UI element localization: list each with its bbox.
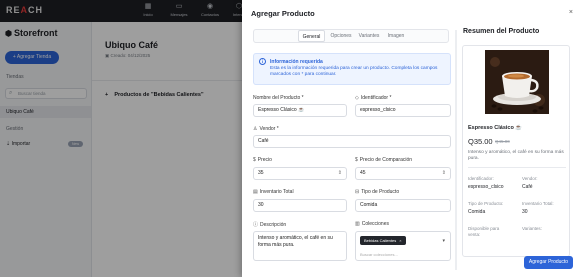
alert-text: Esta es la información requerida para cr… — [270, 66, 438, 77]
dollar-icon: $ — [253, 157, 256, 163]
inventory-label: ▤ Inventario Total — [253, 189, 294, 195]
summary-card: Espresso Clásico ☕ Q35.00 Q45.00 Intenso… — [462, 45, 570, 257]
collections-label: ▥ Colecciones — [355, 221, 389, 227]
description-label: ⓘ Descripción — [253, 222, 287, 228]
product-name-input[interactable]: Espresso Clásico ☕ — [253, 104, 347, 117]
summary-variants-label: Variantes: — [522, 226, 542, 231]
chevron-down-icon[interactable]: ▾ — [442, 238, 445, 244]
summary-identifier-label: Identificador: — [468, 176, 494, 181]
summary-compare-price: Q45.00 — [495, 139, 510, 144]
espresso-cup-image — [485, 50, 549, 114]
price-input[interactable]: 35 ⇕ — [253, 167, 347, 180]
summary-available-label: Disponible para venta: — [468, 226, 500, 237]
identifier-input[interactable]: espresso_clsico — [355, 104, 451, 117]
drawer-title: Agregar Producto — [251, 9, 315, 18]
collection-icon: ▥ — [355, 221, 360, 227]
tab-opciones[interactable]: Opciones — [327, 30, 355, 42]
product-tabs: General Opciones Variantes Imagen — [253, 29, 449, 43]
collection-chip: Bebidas Calientes × — [360, 236, 406, 245]
product-type-input[interactable]: Comida — [355, 199, 451, 212]
compare-price-input[interactable]: 45 ⇕ — [355, 167, 451, 180]
form-scrollbar[interactable] — [455, 30, 457, 270]
summary-vendor-label: Vendor: — [522, 176, 538, 181]
summary-type-label: Tipo de Producto: — [468, 201, 504, 206]
required-info-alert: i Información requerida Esta es la infor… — [253, 53, 451, 85]
spinner-icon[interactable]: ⇕ — [338, 168, 342, 179]
summary-price: Q35.00 — [468, 137, 493, 146]
compare-price-value: 45 — [360, 170, 366, 176]
product-type-label: ⊟ Tipo de Producto — [355, 189, 400, 195]
tab-imagen[interactable]: Imagen — [384, 30, 408, 42]
info-icon: i — [259, 58, 266, 65]
vendor-label: ♙ Vendor * — [253, 126, 279, 132]
divider — [468, 167, 566, 168]
compare-price-label: $ Precio de Comparación — [355, 157, 413, 163]
price-value: 35 — [258, 170, 264, 176]
info-circle-icon: ⓘ — [253, 222, 259, 228]
product-summary: Resumen del Producto Espresso Clásico ☕ … — [459, 20, 574, 257]
tab-variantes[interactable]: Variantes — [355, 30, 383, 42]
summary-type-value: Comida — [468, 209, 486, 215]
alert-title: Información requerida — [270, 59, 323, 65]
dollar-icon: $ — [355, 157, 358, 163]
collections-search-hint: Buscar colecciones... — [360, 252, 398, 257]
summary-inventory-label: Inventario Total: — [522, 201, 554, 206]
tag-icon: ◇ — [355, 95, 359, 101]
box-icon: ▤ — [253, 189, 258, 195]
remove-chip-icon[interactable]: × — [399, 238, 401, 243]
product-name-label: Nombre del Producto * — [253, 95, 304, 101]
vendor-input[interactable]: Café — [253, 135, 451, 148]
summary-product-name: Espresso Clásico ☕ — [468, 125, 523, 131]
user-icon: ♙ — [253, 126, 258, 132]
summary-description: Intenso y aromático, el café en su forma… — [468, 150, 564, 161]
summary-inventory-value: 30 — [522, 209, 528, 215]
tab-general[interactable]: General — [298, 30, 325, 42]
identifier-label: ◇ Identificador * — [355, 95, 392, 101]
collections-select[interactable]: Bebidas Calientes × ▾ Buscar colecciones.… — [355, 231, 451, 261]
summary-title: Resumen del Producto — [463, 28, 540, 35]
product-form: Nombre del Producto * Espresso Clásico ☕… — [242, 88, 457, 277]
inventory-input[interactable]: 30 — [253, 199, 347, 212]
description-textarea[interactable]: Intenso y aromático, el café en su forma… — [253, 231, 347, 261]
add-product-drawer: Agregar Producto × General Opciones Vari… — [242, 0, 585, 277]
price-label: $ Precio — [253, 157, 272, 163]
summary-identifier-value: espresso_clsico — [468, 184, 504, 190]
spinner-icon[interactable]: ⇕ — [442, 168, 446, 179]
product-image — [485, 50, 549, 114]
add-product-button[interactable]: Agregar Producto — [524, 256, 573, 269]
cart-icon: ⊟ — [355, 189, 360, 195]
close-icon[interactable]: × — [569, 9, 573, 16]
summary-vendor-value: Café — [522, 184, 533, 190]
